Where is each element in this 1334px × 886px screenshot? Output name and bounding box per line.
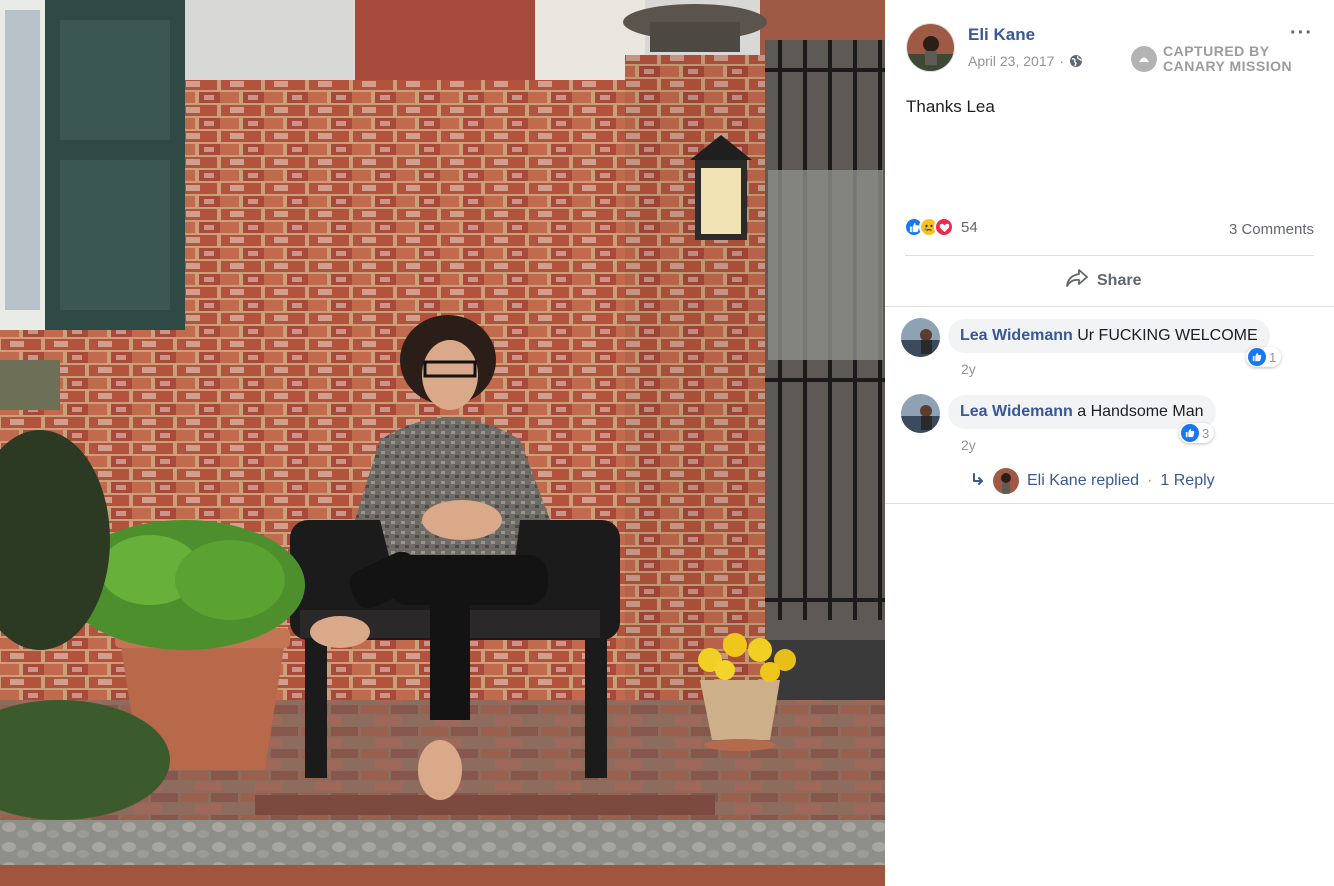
more-options-icon[interactable]: ··· (1290, 22, 1313, 45)
globe-icon[interactable] (1069, 54, 1083, 68)
post-photo[interactable] (0, 0, 885, 886)
like-icon (1181, 424, 1199, 442)
comment-like-badge[interactable]: 3 (1179, 423, 1215, 443)
watermark-line-2: CANARY MISSION (1163, 58, 1293, 74)
share-icon (1065, 268, 1089, 293)
love-icon (934, 217, 954, 237)
watermark-line-1: CAPTURED BY (1163, 43, 1270, 59)
comment-bubble: Lea Widemann a Handsome Man (948, 395, 1216, 429)
post-date[interactable]: April 23, 2017 (968, 53, 1054, 69)
replier-avatar (993, 468, 1019, 494)
bottom-divider (885, 503, 1334, 504)
watermark-text: CAPTURED BY CANARY MISSION (1163, 44, 1292, 74)
author-avatar-image (907, 24, 954, 71)
like-icon (1248, 348, 1266, 366)
actions-divider (905, 255, 1314, 256)
comment-like-count: 1 (1269, 349, 1277, 365)
commenter-name[interactable]: Lea Widemann (960, 327, 1073, 344)
commenter-avatar-image (901, 394, 940, 433)
reply-separator: · (1147, 472, 1153, 489)
reply-count-link[interactable]: 1 Reply (1160, 472, 1214, 490)
reply-summary-text: Eli Kane replied (1027, 472, 1140, 489)
comment-bubble: Lea Widemann Ur FUCKING WELCOME (948, 319, 1270, 353)
comment-like-count: 3 (1202, 425, 1210, 441)
author-name[interactable]: Eli Kane (968, 25, 1035, 45)
commenter-avatar-image (901, 318, 940, 357)
meta-separator: · (1059, 53, 1065, 69)
reply-arrow-icon (971, 471, 985, 492)
canary-logo-icon (1131, 46, 1157, 72)
comments-count-link[interactable]: 3 Comments (1229, 221, 1314, 238)
comment-time[interactable]: 2y (961, 437, 976, 453)
reaction-count: 54 (961, 218, 978, 236)
share-label: Share (1097, 271, 1142, 289)
comment-like-badge[interactable]: 1 (1246, 347, 1282, 367)
watermark: CAPTURED BY CANARY MISSION (1131, 44, 1292, 74)
view-replies-link[interactable]: Eli Kane replied · 1 Reply (971, 468, 1215, 494)
commenter-name[interactable]: Lea Widemann (960, 403, 1073, 420)
post-meta: April 23, 2017 · (968, 53, 1083, 69)
commenter-avatar[interactable] (901, 394, 940, 433)
commenter-avatar[interactable] (901, 318, 940, 357)
post-text: Thanks Lea (906, 97, 995, 116)
comments-divider (885, 306, 1334, 307)
comment-text: Ur FUCKING WELCOME (1077, 327, 1258, 344)
reactions-summary[interactable]: 54 (904, 217, 978, 237)
author-avatar[interactable] (906, 23, 955, 72)
post-panel: Eli Kane April 23, 2017 · ··· CAPTURED B… (885, 0, 1334, 886)
comment-time[interactable]: 2y (961, 361, 976, 377)
photo-illustration (0, 0, 885, 886)
share-button[interactable]: Share (1065, 268, 1141, 293)
comment-text: a Handsome Man (1077, 403, 1204, 420)
